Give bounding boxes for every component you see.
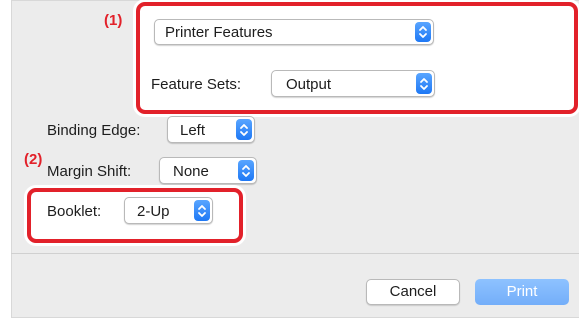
margin-shift-value: None [173,163,209,180]
print-button[interactable]: Print [475,279,569,305]
chevron-updown-icon [416,73,432,94]
step-label-2: (2) [24,151,43,168]
chevron-updown-icon [236,119,252,140]
preset-popup-value: Printer Features [165,24,273,41]
preset-popup-menu[interactable]: Printer Features [154,19,434,45]
step-label-1: (1) [104,12,123,29]
cancel-button[interactable]: Cancel [366,279,460,305]
binding-edge-label: Binding Edge: [47,122,141,139]
chevron-updown-icon [415,22,431,42]
booklet-popup[interactable]: 2-Up [124,197,213,224]
binding-edge-popup[interactable]: Left [167,116,255,143]
divider [11,253,579,254]
feature-sets-value: Output [286,76,332,93]
feature-sets-popup[interactable]: Output [271,70,435,97]
binding-edge-value: Left [180,122,206,139]
margin-shift-label: Margin Shift: [47,163,132,180]
booklet-value: 2-Up [137,203,170,220]
margin-shift-popup[interactable]: None [159,157,257,184]
chevron-updown-icon [194,200,210,221]
chevron-updown-icon [238,160,254,181]
booklet-label: Booklet: [47,203,102,220]
feature-sets-label: Feature Sets: [151,76,242,93]
